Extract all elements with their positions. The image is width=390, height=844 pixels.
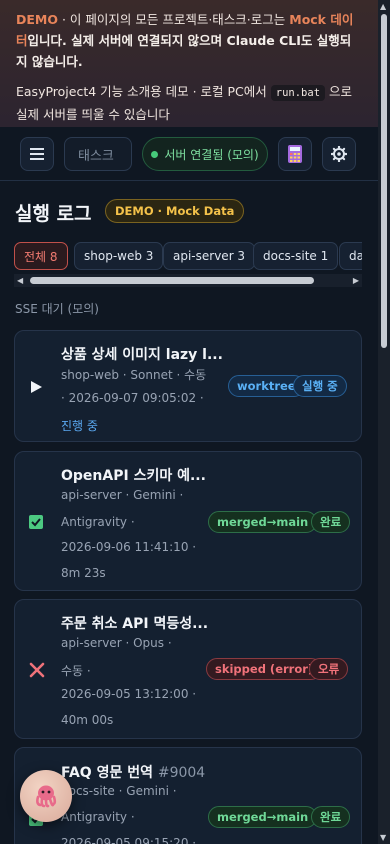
log-card[interactable]: OpenAPI 스키마 예... api-server · Gemini · A… [14,451,362,591]
close-icon [29,662,45,678]
log-mode: Antigravity · [61,810,135,824]
log-time: 2026-09-05 09:15:20 · [61,836,197,844]
log-time: 2026-09-05 13:12:00 · [61,687,197,701]
octopus-icon [36,785,57,808]
status-badge: 오류 [309,658,349,680]
toolbar: 태스크 서버 연결됨 (모의) [0,127,378,181]
log-meta: api-server · Opus · [61,636,172,650]
feature-notice: EasyProject4 기능 소개용 데모 · 로컬 PC에서 run.bat… [16,84,353,122]
log-meta: api-server · Gemini · [61,488,184,502]
filter-chip-data[interactable]: da [339,242,362,270]
server-status-pill[interactable]: 서버 연결됨 (모의) [142,137,268,171]
filter-chip-all[interactable]: 전체 8 [14,242,68,270]
log-time: 2026-09-06 11:41:10 · [61,540,197,554]
hamburger-icon [30,148,44,160]
scroll-right-icon[interactable]: ▶ [353,276,359,285]
page-title: 실행 로그 [15,203,92,225]
merge-tag: merged→main [208,511,318,533]
vertical-scrollbar[interactable]: ▲ ▼ [378,0,390,844]
demo-notice: DEMO · 이 페이지의 모든 프로젝트·태스크·로그는 Mock 데이터입니… [16,12,354,69]
log-card[interactable]: 주문 취소 API 멱등성... api-server · Opus · 수동 … [14,599,362,739]
merge-tag: merged→main [208,806,318,828]
filter-chip-shop-web[interactable]: shop-web 3 [74,242,164,270]
log-title: 주문 취소 API 멱등성... [61,616,209,632]
log-time: · 2026-09-07 09:05:02 · [61,391,204,405]
scroll-up-icon[interactable]: ▲ [380,2,386,11]
filter-chip-api-server[interactable]: api-server 3 [163,242,256,270]
horizontal-scrollbar[interactable]: ◀ ▶ [14,274,362,287]
play-icon [31,381,42,393]
status-badge: 실행 중 [293,375,347,397]
scroll-left-icon[interactable]: ◀ [17,276,23,285]
project-filter-bar: 전체 8 shop-web 3 api-server 3 docs-site 1… [14,242,362,270]
log-title: OpenAPI 스키마 예... [61,468,206,484]
log-mode: Antigravity · [61,515,135,529]
sse-status: SSE 대기 (모의) [15,302,99,316]
log-mode: 수동 · [61,664,91,678]
scrollbar-thumb[interactable] [381,14,387,348]
log-duration: 8m 23s [61,566,106,580]
calculator-button[interactable] [278,137,312,171]
settings-button[interactable] [322,137,356,171]
task-search-input[interactable]: 태스크 [64,137,132,171]
menu-button[interactable] [20,137,54,171]
run-command: run.bat [270,85,326,101]
server-status-label: 서버 연결됨 (모의) [164,147,259,162]
skipped-tag: skipped (error) [206,658,323,680]
gear-icon [331,146,347,162]
log-title: FAQ 영문 번역 #9004 [61,765,206,781]
mascot-fab-button[interactable] [20,770,72,822]
filter-chip-docs-site[interactable]: docs-site 1 [253,242,339,270]
status-badge: 완료 [311,511,351,533]
log-duration: 40m 00s [61,713,114,727]
log-title: 상품 상세 이미지 lazy l... [61,347,223,363]
log-meta: shop-web · Sonnet · 수동 [61,368,207,382]
log-meta: docs-site · Gemini · [61,784,177,798]
scroll-down-icon[interactable]: ▼ [380,833,386,842]
log-card[interactable]: 상품 상세 이미지 lazy l... shop-web · Sonnet · … [14,330,362,442]
scrollbar-thumb[interactable] [30,277,314,284]
log-running-status: 진행 중 [61,419,98,433]
check-icon [29,515,43,529]
calculator-icon [288,145,302,163]
demo-badge: DEMO · Mock Data [105,199,245,223]
demo-banner: DEMO · 이 페이지의 모든 프로젝트·태스크·로그는 Mock 데이터입니… [0,0,378,127]
status-badge: 완료 [311,806,351,828]
status-dot-icon [151,150,159,158]
